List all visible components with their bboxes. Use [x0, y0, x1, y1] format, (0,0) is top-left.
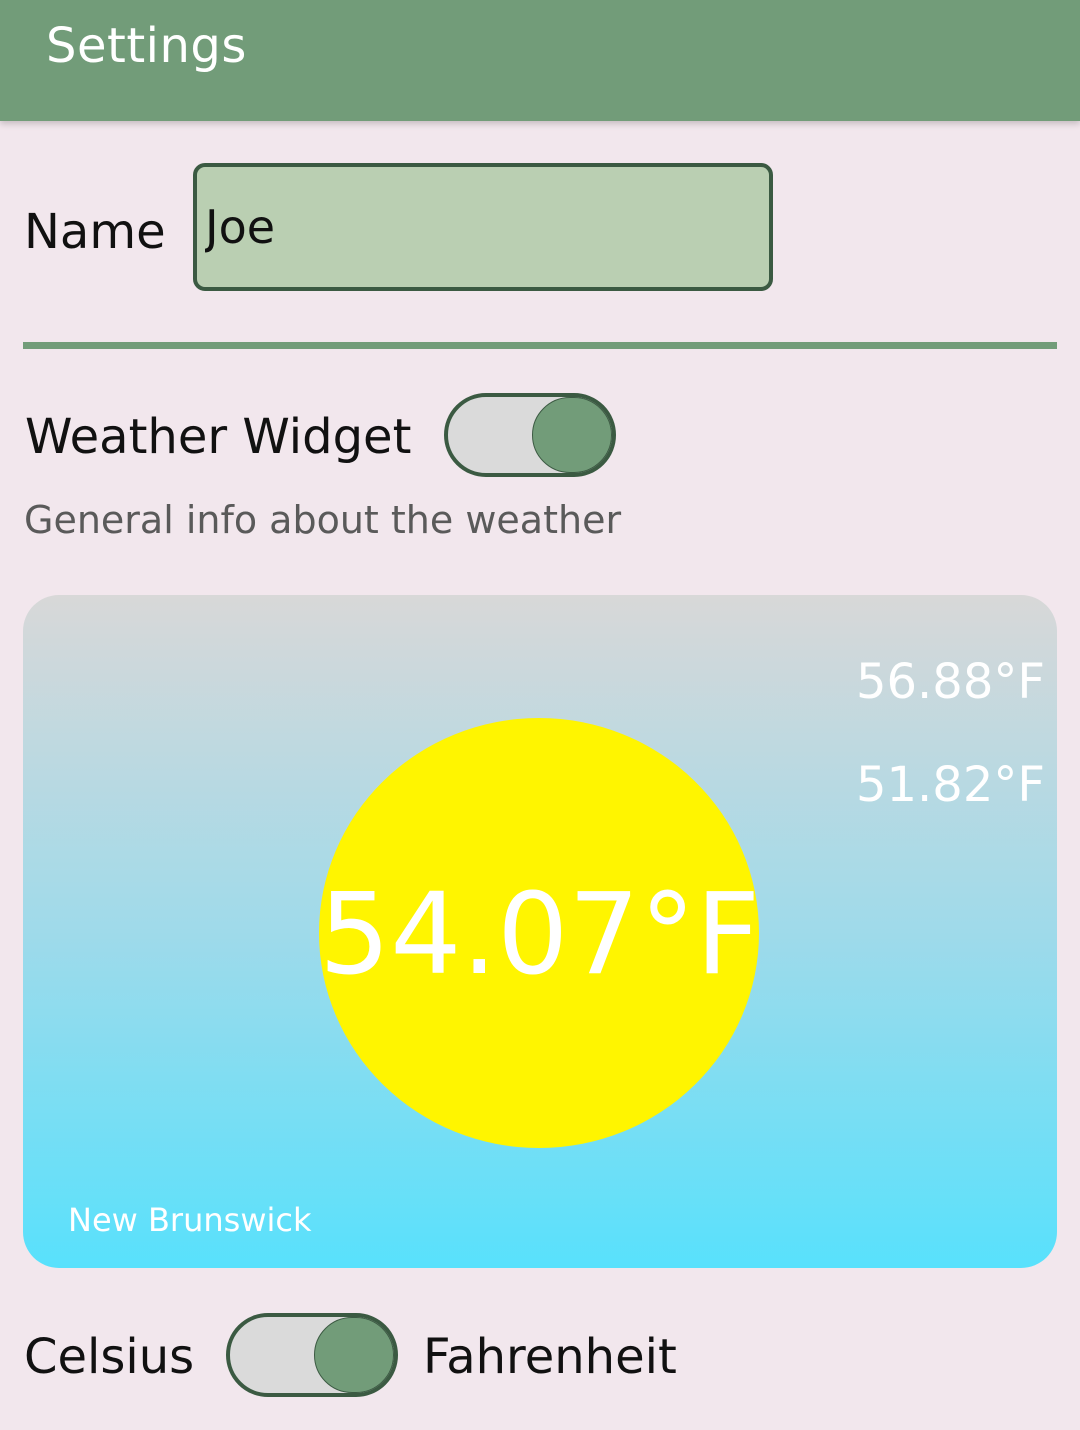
name-input[interactable] [193, 163, 773, 291]
high-temperature: 56.88°F [855, 654, 1045, 710]
section-divider [23, 342, 1057, 349]
toggle-knob [314, 1317, 394, 1393]
weather-card: 56.88°F 51.82°F 54.07°F New Brunswick [23, 595, 1057, 1268]
low-temperature: 51.82°F [855, 757, 1045, 813]
location-label: New Brunswick [68, 1201, 312, 1239]
weather-widget-description: General info about the weather [24, 498, 622, 542]
name-label: Name [24, 204, 166, 260]
weather-widget-label: Weather Widget [25, 409, 412, 465]
app-bar: Settings [0, 0, 1080, 121]
current-temperature: 54.07°F [319, 870, 761, 1000]
toggle-knob [532, 397, 612, 473]
weather-widget-toggle[interactable] [444, 393, 616, 477]
page-title: Settings [46, 18, 247, 74]
unit-toggle[interactable] [226, 1313, 398, 1397]
fahrenheit-label: Fahrenheit [423, 1329, 677, 1385]
celsius-label: Celsius [24, 1329, 195, 1385]
